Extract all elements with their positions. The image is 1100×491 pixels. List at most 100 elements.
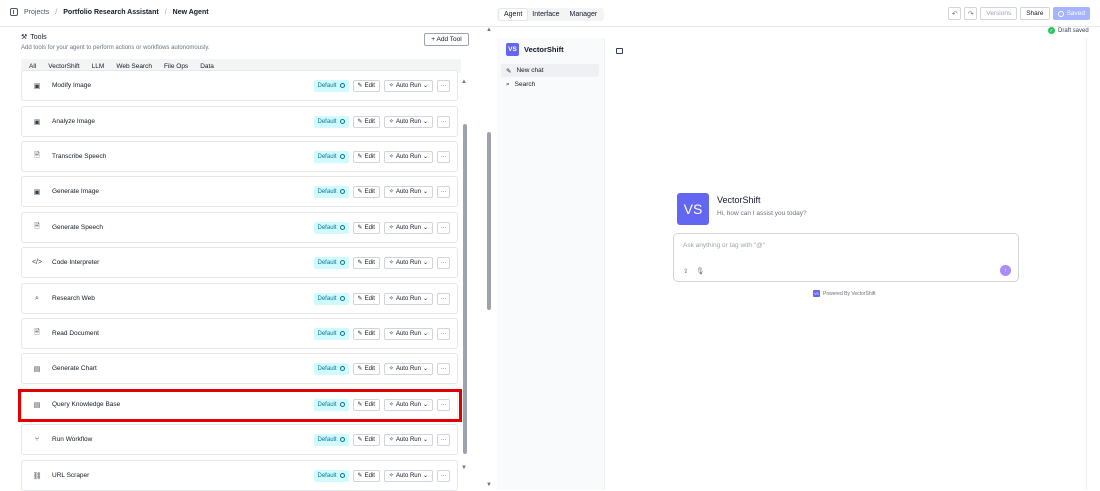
- more-options-button[interactable]: ···: [437, 221, 450, 234]
- share-button[interactable]: Share: [1020, 7, 1050, 20]
- tab-agent[interactable]: Agent: [499, 9, 528, 20]
- info-icon[interactable]: [339, 154, 345, 159]
- info-icon[interactable]: [339, 437, 345, 442]
- info-icon[interactable]: [339, 83, 345, 88]
- breadcrumb-projects[interactable]: Projects: [24, 9, 49, 16]
- info-icon[interactable]: [339, 119, 345, 124]
- more-options-button[interactable]: ···: [437, 150, 450, 163]
- auto-run-dropdown[interactable]: ✧ Auto Run ⌄: [383, 362, 433, 375]
- auto-run-dropdown[interactable]: ✧ Auto Run ⌄: [383, 150, 433, 163]
- chevron-down-icon: ⌄: [422, 366, 428, 372]
- edit-button[interactable]: ✎ Edit: [352, 115, 380, 128]
- auto-run-dropdown[interactable]: ✧ Auto Run ⌄: [383, 327, 433, 340]
- tool-card[interactable]: ▣ Analyze Image Default ✎ Edit ✧ Auto Run ⌄ ···: [21, 106, 458, 137]
- edit-label: Edit: [364, 295, 375, 302]
- more-options-button[interactable]: ···: [437, 79, 450, 92]
- info-icon[interactable]: [339, 331, 345, 336]
- tool-card[interactable]: ▤ Generate Chart Default ✎ Edit ✧ Auto Run ⌄ ···: [21, 353, 458, 384]
- tool-name: Analyze Image: [52, 118, 95, 125]
- tool-card[interactable]: ⑂ Run Workflow Default ✎ Edit ✧ Auto Run ⌄ ···: [21, 424, 458, 455]
- tool-card[interactable]: ⌕ Research Web Default ✎ Edit ✧ Auto Run ⌄ ···: [21, 283, 458, 314]
- more-options-button[interactable]: ···: [437, 115, 450, 128]
- breadcrumb-project[interactable]: Portfolio Research Assistant: [63, 9, 158, 16]
- scroll-up-arrow-icon[interactable]: ▲: [486, 27, 492, 33]
- tool-card[interactable]: ▣ Modify Image Default ✎ Edit ✧ Auto Run ⌄ ···: [21, 70, 458, 101]
- scroll-down-arrow-icon[interactable]: ▼: [461, 465, 467, 471]
- chevron-down-icon: ⌄: [422, 437, 428, 443]
- tool-card[interactable]: 🗎 Generate Speech Default ✎ Edit ✧ Auto Run ⌄ ··…: [21, 212, 458, 243]
- info-icon[interactable]: [339, 473, 345, 478]
- upload-icon[interactable]: ⇪: [683, 267, 688, 275]
- redo-button[interactable]: ↷: [964, 7, 978, 20]
- edit-label: Edit: [364, 436, 375, 443]
- edit-button[interactable]: ✎ Edit: [352, 256, 380, 269]
- tool-card[interactable]: 🗎 Read Document Default ✎ Edit ✧ Auto Run ⌄ ···: [21, 318, 458, 349]
- chat-input-placeholder[interactable]: Ask anything or tag with "@": [683, 242, 765, 249]
- info-icon[interactable]: [339, 225, 345, 230]
- edit-icon: ✎: [357, 366, 363, 372]
- info-icon[interactable]: [339, 366, 345, 371]
- edit-button[interactable]: ✎ Edit: [352, 185, 380, 198]
- sidebar-toggle-icon[interactable]: [10, 8, 18, 16]
- edit-button[interactable]: ✎ Edit: [352, 221, 380, 234]
- saved-button[interactable]: Saved: [1052, 7, 1090, 20]
- tool-card[interactable]: 🗎 Transcribe Speech Default ✎ Edit ✧ Auto Run ⌄…: [21, 141, 458, 172]
- auto-run-dropdown[interactable]: ✧ Auto Run ⌄: [383, 469, 433, 482]
- edit-button[interactable]: ✎ Edit: [352, 327, 380, 340]
- tool-card[interactable]: ⛓ URL Scraper Default ✎ Edit ✧ Auto Run ⌄ ···: [21, 460, 458, 491]
- tab-interface[interactable]: Interface: [527, 9, 564, 20]
- auto-run-dropdown[interactable]: ✧ Auto Run ⌄: [383, 433, 433, 446]
- more-options-button[interactable]: ···: [437, 256, 450, 269]
- tab-manager[interactable]: Manager: [565, 9, 603, 20]
- scroll-thumb[interactable]: [463, 124, 467, 454]
- auto-run-dropdown[interactable]: ✧ Auto Run ⌄: [383, 79, 433, 92]
- search-chats-button[interactable]: ⌕ Search: [501, 78, 599, 91]
- edit-button[interactable]: ✎ Edit: [352, 79, 380, 92]
- chat-input-box[interactable]: Ask anything or tag with "@" ⇪ 🎙 ↑: [673, 233, 1019, 282]
- filter-file-ops[interactable]: File Ops: [164, 63, 188, 70]
- undo-button[interactable]: ↶: [948, 7, 962, 20]
- edit-button[interactable]: ✎ Edit: [352, 469, 380, 482]
- tool-card[interactable]: </> Code Interpreter Default ✎ Edit ✧ Auto Run…: [21, 247, 458, 278]
- info-icon[interactable]: [339, 189, 345, 194]
- auto-run-dropdown[interactable]: ✧ Auto Run ⌄: [383, 256, 433, 269]
- auto-run-label: Auto Run: [395, 436, 421, 443]
- tool-actions: Default ✎ Edit ✧ Auto Run ⌄ ···: [313, 256, 450, 269]
- more-options-button[interactable]: ···: [437, 327, 450, 340]
- versions-button[interactable]: Versions: [980, 7, 1018, 20]
- tool-card[interactable]: ▣ Generate Image Default ✎ Edit ✧ Auto Run ⌄ ···: [21, 176, 458, 207]
- more-options-button[interactable]: ···: [437, 362, 450, 375]
- edit-icon: ✎: [357, 225, 363, 231]
- search-icon: ⌕: [506, 80, 510, 88]
- filter-data[interactable]: Data: [200, 63, 214, 70]
- auto-run-dropdown[interactable]: ✧ Auto Run ⌄: [383, 221, 433, 234]
- more-options-button[interactable]: ···: [437, 433, 450, 446]
- auto-run-dropdown[interactable]: ✧ Auto Run ⌄: [383, 185, 433, 198]
- filter-vectorshift[interactable]: VectorShift: [48, 63, 79, 70]
- scroll-thumb[interactable]: [487, 132, 491, 310]
- more-options-button[interactable]: ···: [437, 185, 450, 198]
- microphone-icon[interactable]: 🎙: [696, 267, 704, 275]
- filter-llm[interactable]: LLM: [92, 63, 105, 70]
- filter-all[interactable]: All: [29, 63, 36, 70]
- scroll-down-arrow-icon[interactable]: ▼: [486, 482, 492, 488]
- edit-button[interactable]: ✎ Edit: [352, 362, 380, 375]
- info-icon[interactable]: [339, 296, 345, 301]
- tool-list-scrollbar[interactable]: ▲ ▼: [461, 79, 469, 479]
- auto-run-dropdown[interactable]: ✧ Auto Run ⌄: [383, 115, 433, 128]
- edit-button[interactable]: ✎ Edit: [352, 150, 380, 163]
- send-button[interactable]: ↑: [1000, 265, 1011, 276]
- more-options-button[interactable]: ···: [437, 292, 450, 305]
- panel-toggle-icon[interactable]: [616, 48, 623, 54]
- info-icon[interactable]: [339, 260, 345, 265]
- edit-button[interactable]: ✎ Edit: [352, 292, 380, 305]
- speech-file-icon: 🗎: [34, 223, 40, 230]
- edit-button[interactable]: ✎ Edit: [352, 433, 380, 446]
- panel-scrollbar[interactable]: ▲ ▼: [484, 27, 494, 490]
- more-options-button[interactable]: ···: [437, 469, 450, 482]
- auto-run-dropdown[interactable]: ✧ Auto Run ⌄: [383, 292, 433, 305]
- scroll-up-arrow-icon[interactable]: ▲: [461, 79, 467, 85]
- filter-web-search[interactable]: Web Search: [116, 63, 152, 70]
- add-tool-button[interactable]: + Add Tool: [424, 33, 469, 46]
- new-chat-button[interactable]: ✎ New chat: [501, 64, 599, 77]
